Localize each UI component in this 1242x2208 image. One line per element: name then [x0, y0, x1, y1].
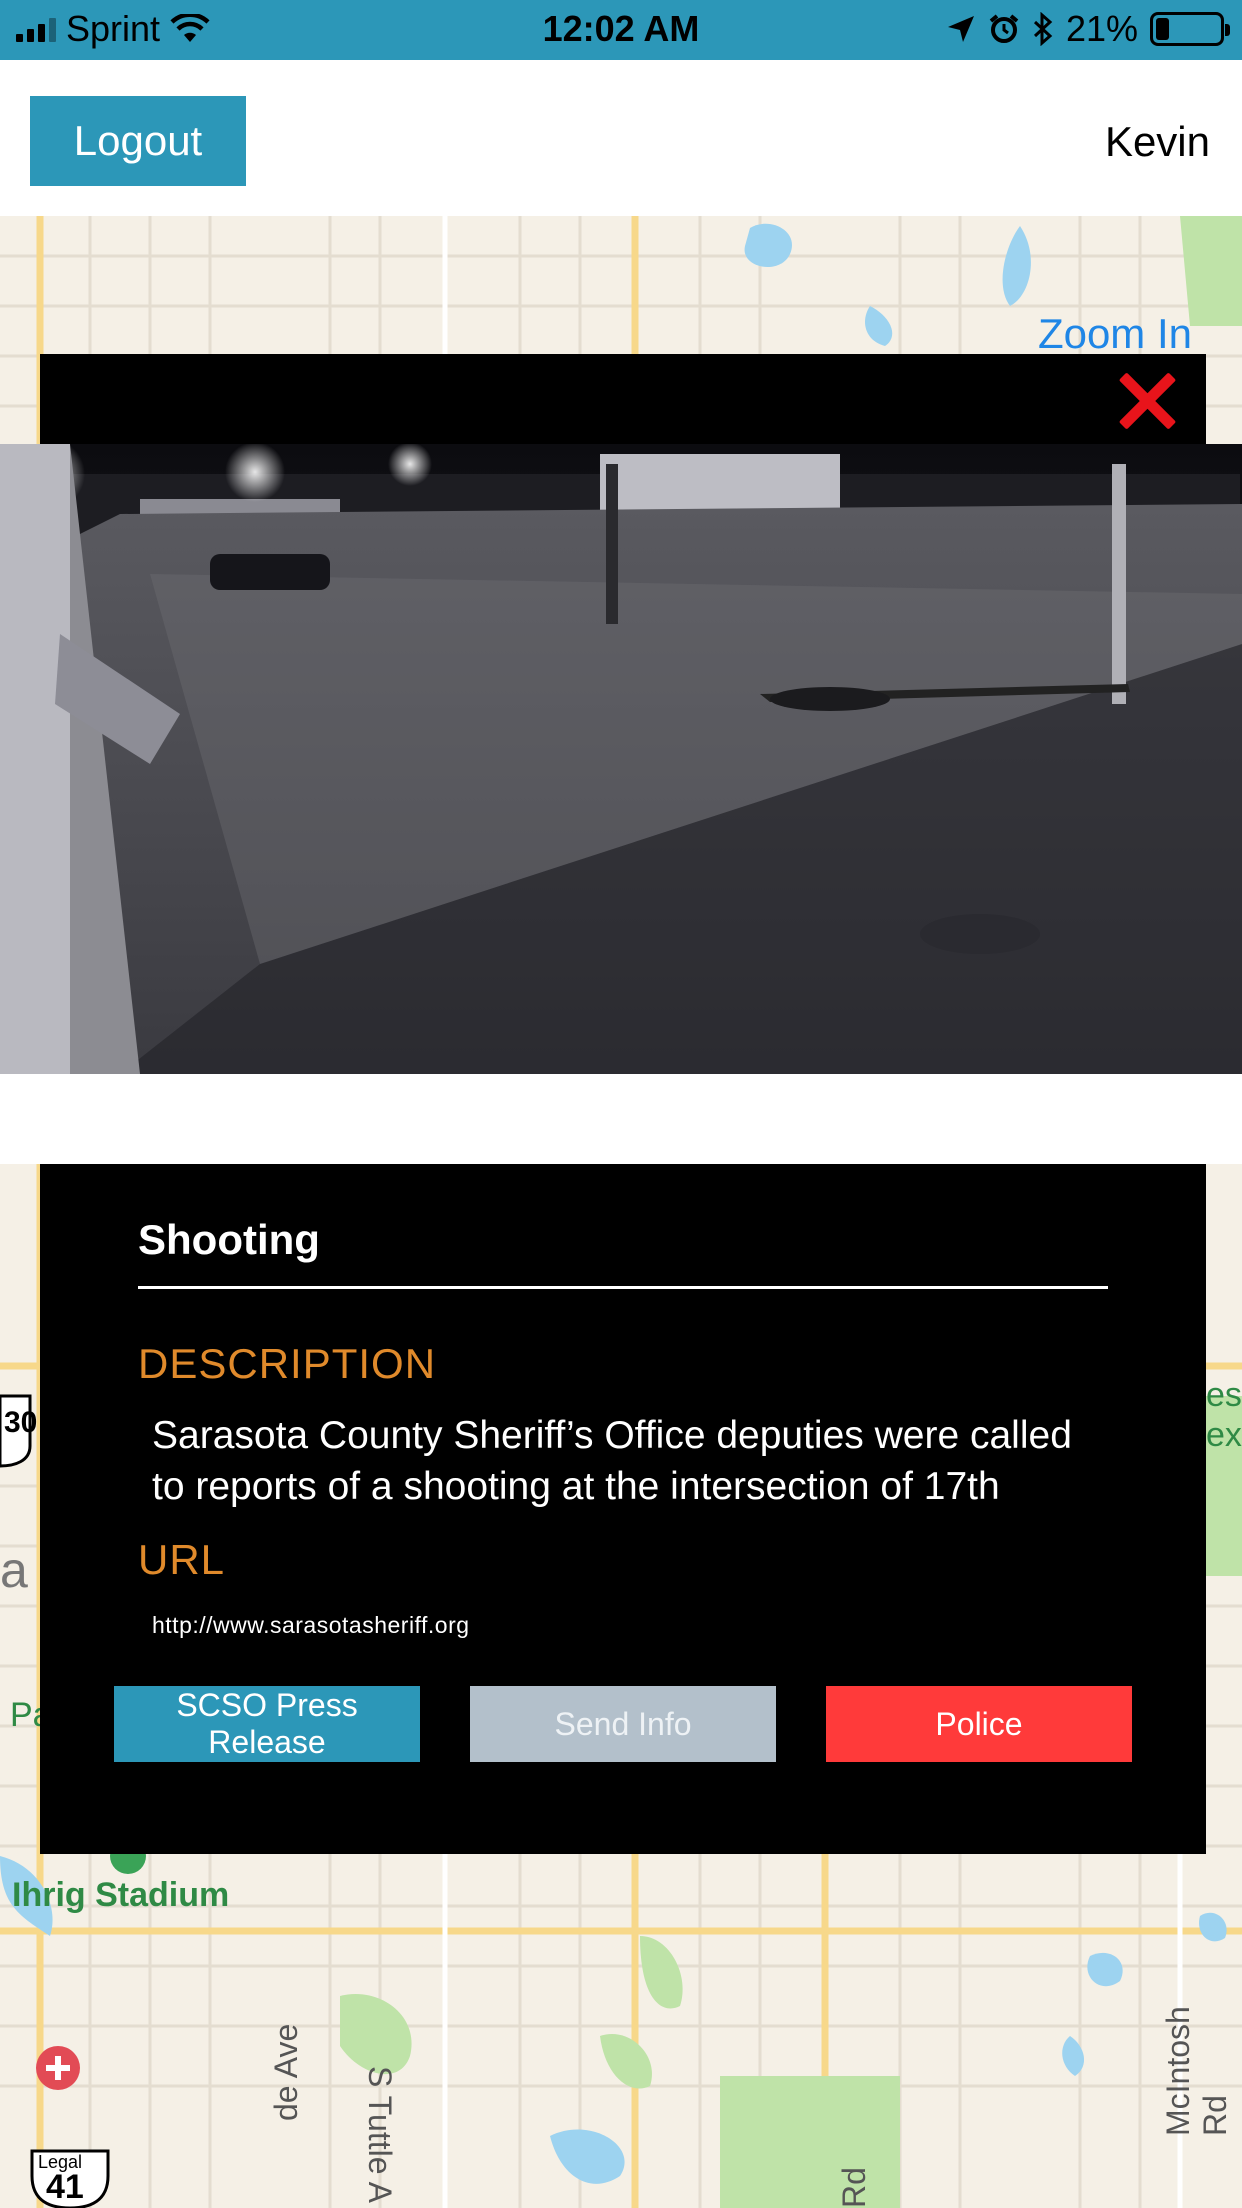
video-popup-header	[40, 354, 1206, 444]
battery-level	[1156, 18, 1170, 40]
map-label-edge-es: es	[1206, 1376, 1242, 1414]
police-button[interactable]: Police	[826, 1686, 1132, 1762]
send-info-button[interactable]: Send Info	[470, 1686, 776, 1762]
map-label-highway-41: 41	[46, 2168, 84, 2206]
alarm-icon	[989, 14, 1019, 43]
incident-info-panel: Shooting DESCRIPTION Sarasota County She…	[40, 1164, 1206, 1854]
title-divider	[138, 1286, 1108, 1289]
battery-percent: 21%	[1065, 8, 1138, 49]
status-bar: Sprint 12:02 AM 21%	[0, 0, 1242, 60]
user-name: Kevin	[1104, 118, 1210, 165]
map-label-mcintosh: McIntosh Rd	[1160, 2006, 1233, 2136]
status-bar-right: 21%	[946, 8, 1230, 50]
popup-spacer	[0, 1074, 1242, 1164]
bluetooth-icon	[1033, 12, 1053, 46]
url-label: URL	[138, 1536, 226, 1583]
description-label: DESCRIPTION	[138, 1340, 437, 1387]
location-arrow-icon	[947, 16, 974, 42]
camera-snapshot	[0, 444, 1242, 1074]
press-release-button[interactable]: SCSO Press Release	[114, 1686, 420, 1762]
incident-title: Shooting	[138, 1216, 320, 1263]
battery-icon	[1150, 12, 1230, 46]
map-label-edge-a: a	[0, 1542, 28, 1598]
logout-button[interactable]: Logout	[30, 96, 246, 186]
app-header: Logout Kevin	[0, 60, 1242, 216]
incident-url-link[interactable]: http://www.sarasotasheriff.org	[152, 1612, 470, 1639]
map-label-rd: Rd	[836, 2167, 872, 2208]
map-label-beneva: de Ave	[268, 2023, 304, 2121]
map-label-tuttle: S Tuttle A	[362, 2066, 398, 2203]
map-label-highway-301: 30	[4, 1406, 38, 1439]
description-text[interactable]: Sarasota County Sheriff’s Office deputie…	[152, 1410, 1102, 1520]
map-label-stadium: Ihrig Stadium	[12, 1876, 230, 1914]
camera-video-feed[interactable]	[0, 444, 1242, 1074]
close-icon[interactable]	[1118, 372, 1176, 430]
map-label-edge-ex: ex	[1206, 1416, 1242, 1454]
zoom-in-link[interactable]: Zoom In	[1038, 310, 1192, 358]
